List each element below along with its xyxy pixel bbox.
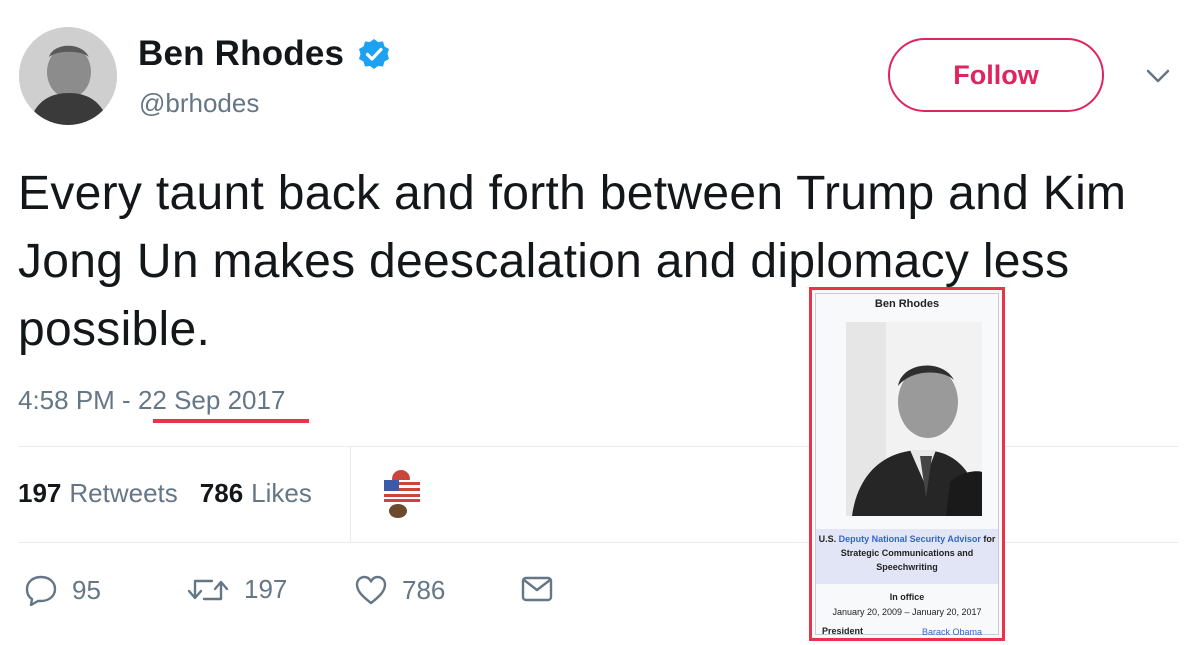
tweet-time: 4:58 PM bbox=[18, 385, 115, 415]
likes-label: Likes bbox=[251, 478, 312, 508]
infobox-role-link[interactable]: Deputy National Security Advisor bbox=[839, 534, 981, 544]
display-name[interactable]: Ben Rhodes bbox=[138, 34, 344, 74]
like-count: 786 bbox=[402, 574, 446, 605]
infobox-title: Ben Rhodes bbox=[874, 298, 940, 310]
infobox-term-dates: January 20, 2009 – January 20, 2017 bbox=[832, 607, 982, 617]
tweet-timestamp[interactable]: 4:58 PM - 22 Sep 2017 bbox=[18, 385, 285, 416]
infobox-role-prefix: U.S. bbox=[818, 534, 839, 544]
liker-avatar[interactable] bbox=[380, 466, 426, 520]
direct-message-button[interactable] bbox=[520, 574, 554, 604]
retweet-button[interactable]: 197 bbox=[186, 574, 287, 605]
likes-count: 786 bbox=[199, 478, 244, 508]
infobox-in-office-label: In office bbox=[889, 592, 925, 602]
timestamp-separator: - bbox=[114, 385, 138, 415]
heart-icon bbox=[355, 575, 387, 605]
avatar[interactable] bbox=[19, 27, 117, 125]
verified-badge-icon bbox=[359, 39, 389, 69]
infobox-portrait bbox=[846, 322, 982, 516]
wikipedia-infobox: Ben Rhodes U.S. Deputy National Security… bbox=[809, 287, 1005, 641]
chevron-down-icon[interactable] bbox=[1144, 66, 1172, 86]
handle[interactable]: @brhodes bbox=[139, 88, 259, 119]
infobox-photo bbox=[846, 322, 982, 516]
retweets-count: 197 bbox=[18, 478, 62, 508]
date-highlight-underline bbox=[153, 419, 309, 423]
like-button[interactable]: 786 bbox=[354, 574, 445, 606]
follow-button[interactable]: Follow bbox=[888, 38, 1104, 112]
reply-count: 95 bbox=[72, 574, 101, 605]
infobox-inner: Ben Rhodes U.S. Deputy National Security… bbox=[815, 293, 999, 637]
reply-button[interactable]: 95 bbox=[24, 574, 101, 606]
retweet-count: 197 bbox=[244, 574, 288, 604]
infobox-role: U.S. Deputy National Security Advisor fo… bbox=[816, 529, 998, 584]
engagement-stats: 197 Retweets 786 Likes bbox=[18, 478, 312, 509]
reply-icon bbox=[25, 575, 57, 606]
likes-stat[interactable]: 786 Likes bbox=[200, 478, 312, 509]
infobox-president-link[interactable]: Barack Obama bbox=[922, 627, 982, 637]
envelope-icon bbox=[521, 576, 553, 602]
stats-separator bbox=[350, 446, 351, 542]
retweets-stat[interactable]: 197 Retweets bbox=[18, 478, 178, 509]
tweet-date: 22 Sep 2017 bbox=[137, 385, 286, 415]
retweet-icon bbox=[187, 579, 229, 600]
avatar-photo bbox=[19, 27, 117, 125]
infobox-president-label: President bbox=[822, 626, 864, 636]
retweets-label: Retweets bbox=[69, 478, 178, 508]
